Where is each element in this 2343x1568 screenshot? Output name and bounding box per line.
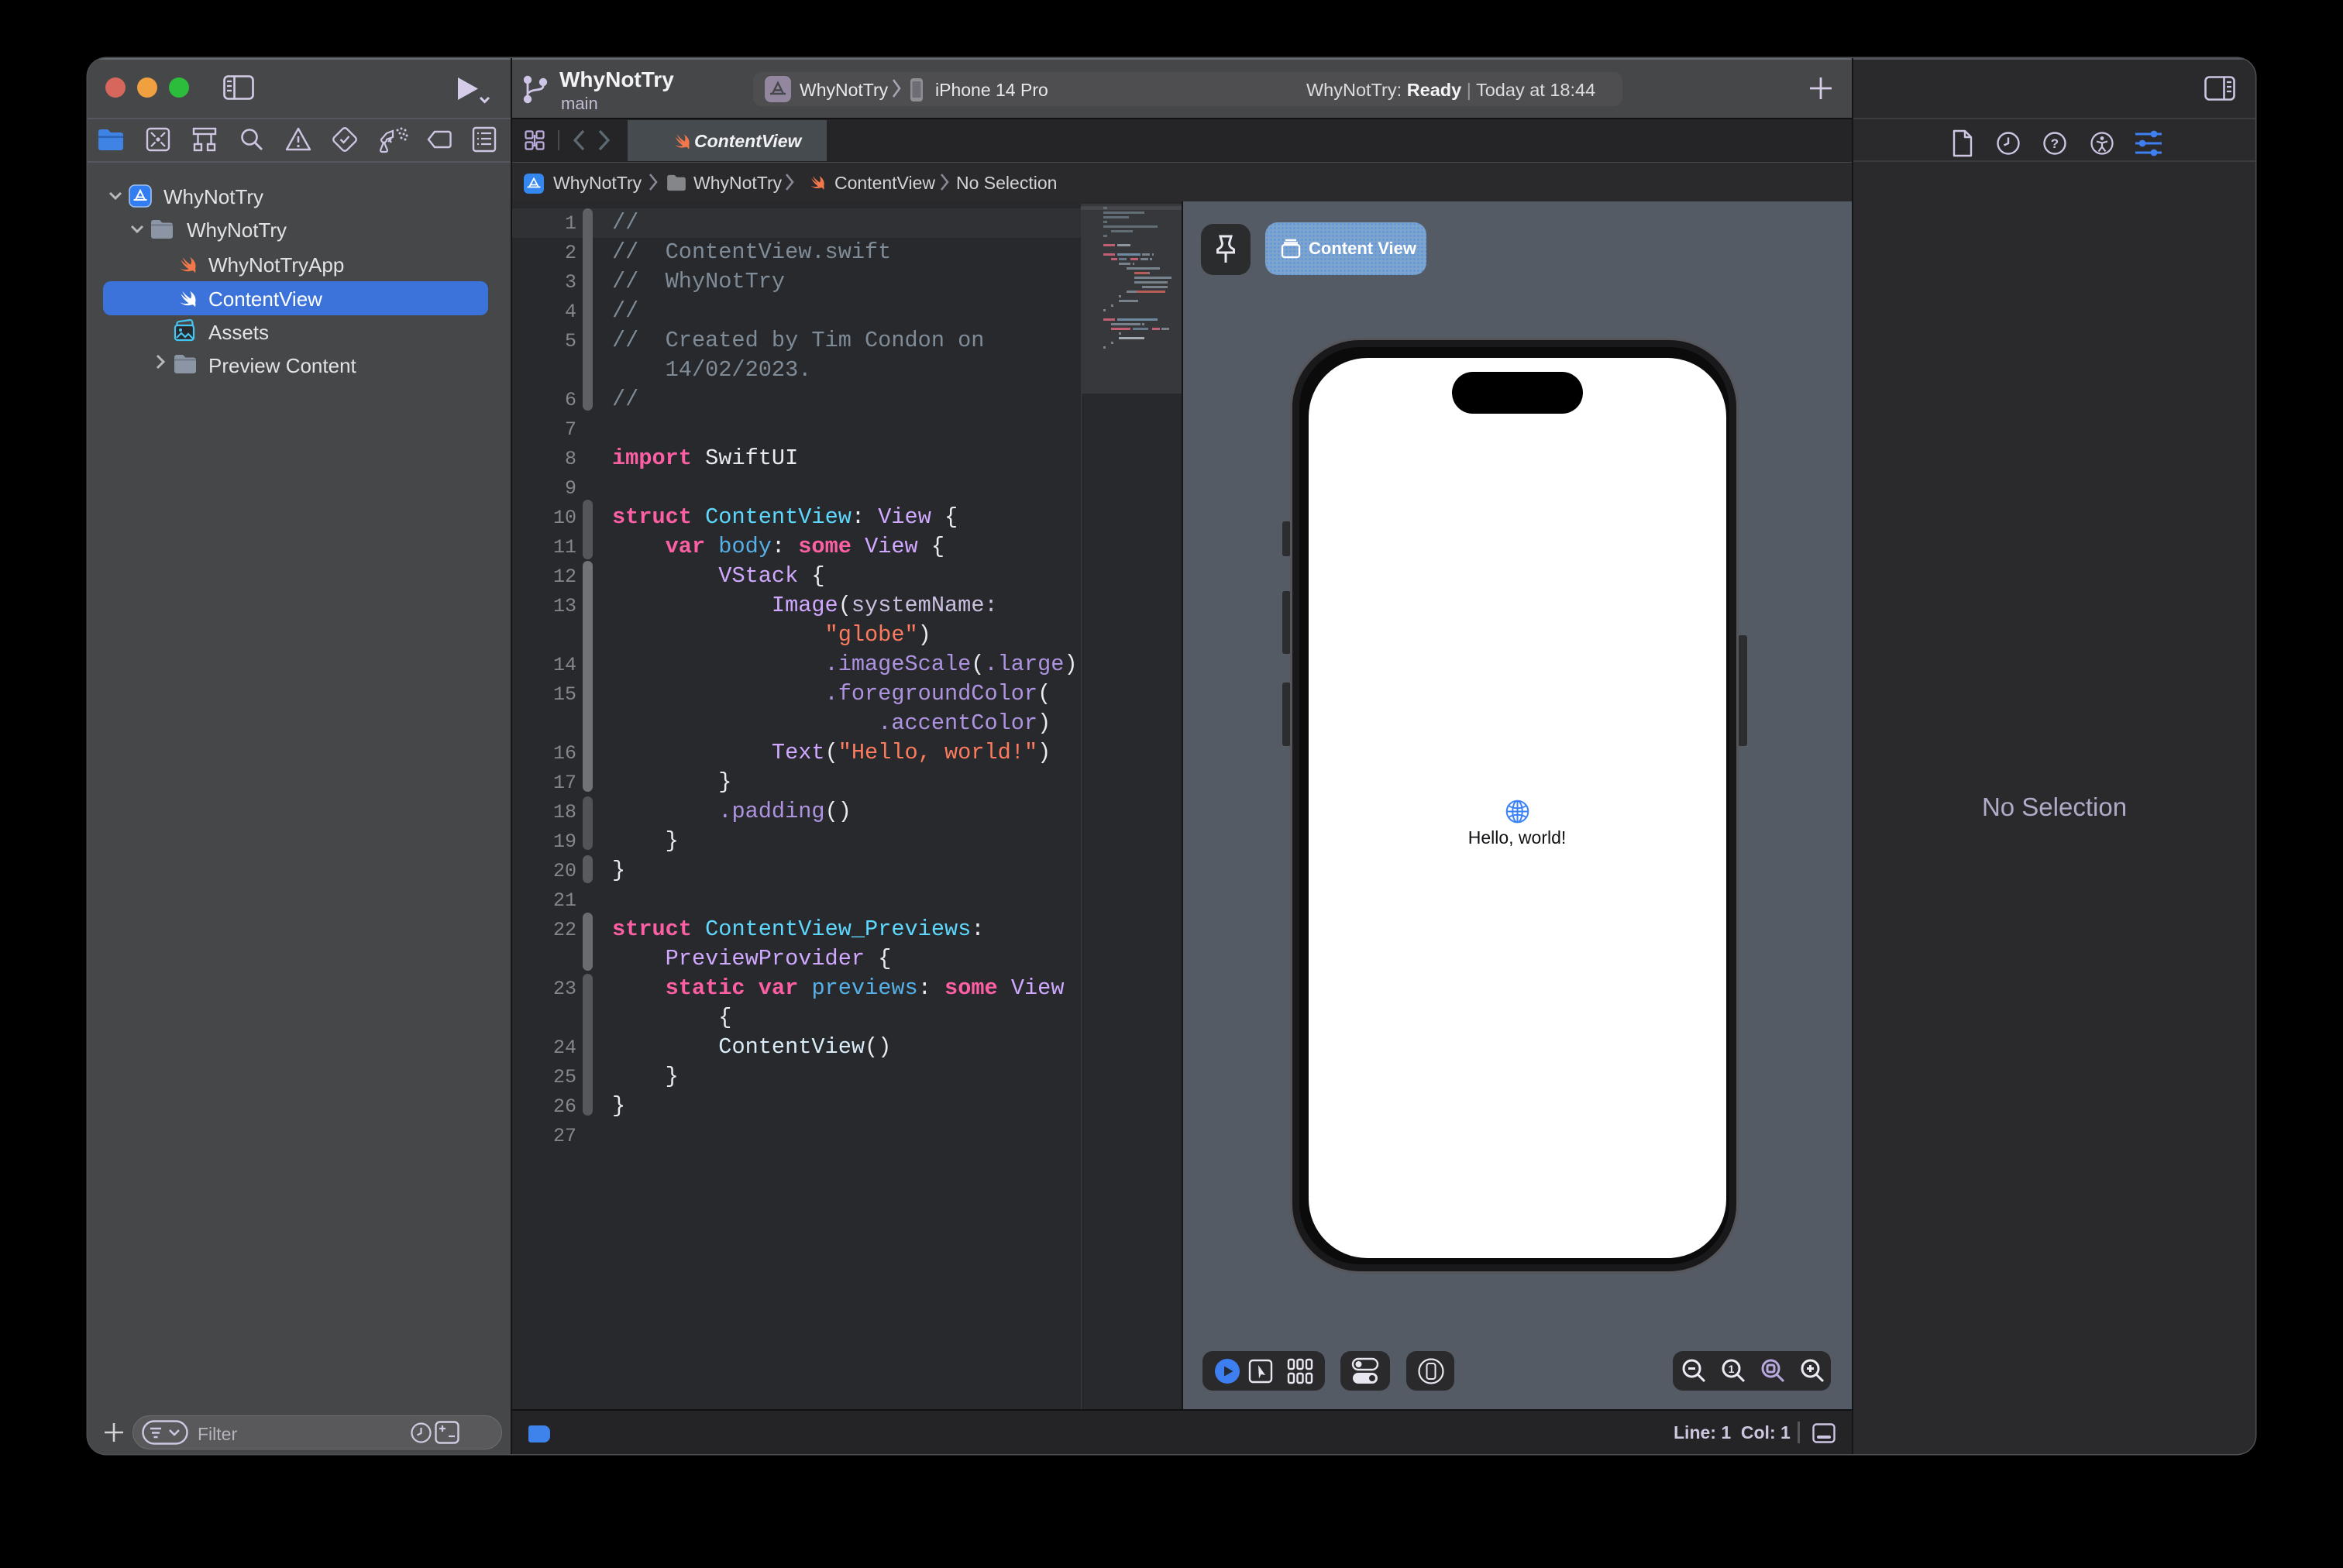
svg-text:1: 1: [1729, 1363, 1735, 1375]
svg-text:?: ?: [2051, 136, 2059, 151]
